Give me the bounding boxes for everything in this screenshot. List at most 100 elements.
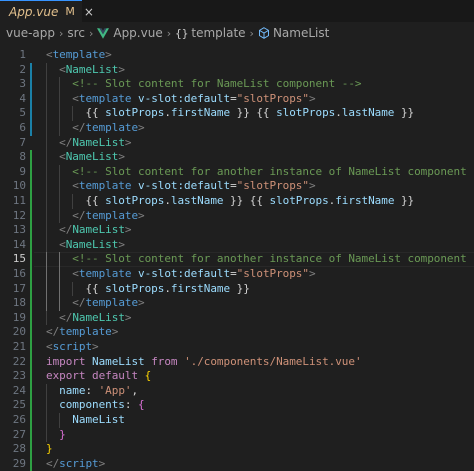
line-number: 19 xyxy=(12,310,26,324)
tab-app-vue[interactable]: App.vue M × xyxy=(0,0,94,22)
code-token: template xyxy=(78,267,132,280)
code-line[interactable]: 21 <script> xyxy=(0,340,474,355)
code-line[interactable]: 29 </script> xyxy=(0,456,474,471)
code-line[interactable]: 1 <template> xyxy=(0,48,474,63)
git-modified-bar xyxy=(30,77,32,92)
code-line[interactable]: 16 <template v-slot:default="slotProps"> xyxy=(0,267,474,282)
code-line[interactable]: 4 <template v-slot:default="slotProps"> xyxy=(0,91,474,107)
line-number: 27 xyxy=(12,427,26,441)
git-added-bar xyxy=(30,325,32,340)
code-line[interactable]: 18 </template> xyxy=(0,296,474,311)
code-text: </template> xyxy=(46,296,144,311)
code-token: > xyxy=(92,340,99,353)
code-text: <NameList> xyxy=(46,63,125,78)
code-line[interactable]: 6 </template> xyxy=(0,121,474,136)
code-token: NameList xyxy=(65,150,119,164)
code-line[interactable]: 27 } xyxy=(0,427,474,443)
git-added-bar xyxy=(30,267,32,282)
code-text: </NameList> xyxy=(46,311,131,326)
code-line[interactable]: 15 <!-- Slot content for another instanc… xyxy=(0,252,474,267)
code-token: "slotProps" xyxy=(236,179,309,193)
code-token: script xyxy=(59,456,99,470)
code-token: lastName xyxy=(341,106,395,120)
braces-icon: {} xyxy=(175,26,189,40)
code-text: {{ slotProps.firstName }} xyxy=(46,282,249,297)
line-number: 23 xyxy=(12,369,26,383)
code-line[interactable]: 10 <template v-slot:default="slotProps"> xyxy=(0,179,474,194)
code-line[interactable]: 7 </NameList> xyxy=(0,135,474,151)
git-modified-bar xyxy=(30,106,32,121)
git-added-bar xyxy=(30,456,32,471)
code-token: > xyxy=(98,456,106,470)
code-line[interactable]: 11 {{ slotProps.lastName }} {{ slotProps… xyxy=(0,194,474,209)
code-line[interactable]: 9 <!-- Slot content for another instance… xyxy=(0,164,474,180)
close-icon[interactable]: × xyxy=(84,5,94,19)
code-token: > xyxy=(118,237,125,251)
code-line[interactable]: 2 <NameList> xyxy=(0,62,474,78)
code-line[interactable]: 14 <NameList> xyxy=(0,237,474,253)
code-line[interactable]: 8 <NameList> xyxy=(0,150,474,165)
code-text: <template v-slot:default="slotProps"> xyxy=(46,91,316,107)
code-line[interactable]: 24 name: 'App', xyxy=(0,383,474,399)
code-line[interactable]: 12 </template> xyxy=(0,208,474,224)
code-token: <!-- Slot content for NameList component… xyxy=(72,77,362,91)
code-token: < xyxy=(59,62,66,76)
code-text: NameList xyxy=(46,413,125,428)
code-token: < xyxy=(46,340,53,353)
vue-logo-icon xyxy=(97,27,110,39)
code-line[interactable]: 28} xyxy=(0,442,474,457)
code-token: lastName xyxy=(170,194,224,207)
git-added-bar xyxy=(30,237,32,253)
code-line[interactable]: 19 </NameList> xyxy=(0,310,474,326)
code-token: template xyxy=(59,325,112,339)
code-token: slotProps xyxy=(269,194,329,207)
code-token: NameList xyxy=(65,62,119,76)
breadcrumb-template[interactable]: template xyxy=(191,26,245,40)
code-token: <!-- Slot content for another instance o… xyxy=(72,164,474,178)
code-token: , xyxy=(131,383,139,397)
breadcrumb-namelist[interactable]: NameList xyxy=(273,26,329,40)
code-token: </ xyxy=(72,121,86,134)
code-token: < xyxy=(72,267,79,280)
code-token: NameList xyxy=(72,223,125,237)
code-token: from xyxy=(151,354,178,368)
code-line[interactable]: 20 </template> xyxy=(0,325,474,340)
code-line[interactable]: 13 </NameList> xyxy=(0,223,474,238)
code-line[interactable]: 22 import NameList from './components/Nam… xyxy=(0,354,474,370)
git-added-bar xyxy=(30,310,32,326)
code-line[interactable]: 3 <!-- Slot content for NameList compone… xyxy=(0,77,474,92)
code-text: name: 'App', xyxy=(46,384,138,399)
line-number: 15 xyxy=(12,252,26,266)
code-line[interactable]: 17 {{ slotProps.firstName }} xyxy=(0,281,474,297)
code-token: template xyxy=(85,121,139,134)
code-line[interactable]: 5 {{ slotProps.firstName }} {{ slotProps… xyxy=(0,106,474,121)
code-line[interactable]: 25 components: { xyxy=(0,398,474,413)
code-text: </script> xyxy=(46,457,105,471)
git-modified-bar xyxy=(30,121,32,136)
code-token: </ xyxy=(46,456,60,470)
code-token: "slotProps" xyxy=(236,91,309,105)
code-token: > xyxy=(308,91,316,105)
gutter-bar xyxy=(30,136,32,151)
breadcrumb-vue-app[interactable]: vue-app xyxy=(6,26,55,40)
code-token: : xyxy=(124,398,139,412)
code-token: 'App' xyxy=(98,383,132,397)
code-editor[interactable]: 1 <template> 2 <NameList> 3 <!-- Slot conte… xyxy=(0,44,474,471)
code-line[interactable]: 23 export default { xyxy=(0,369,474,384)
code-line[interactable]: 26 NameList xyxy=(0,413,474,428)
breadcrumb-src[interactable]: src xyxy=(67,26,85,40)
code-text: <NameList> xyxy=(46,238,125,253)
code-text: export default { xyxy=(46,369,151,384)
breadcrumb-app-vue[interactable]: App.vue xyxy=(113,26,162,40)
line-number: 22 xyxy=(12,354,26,368)
code-token: </ xyxy=(59,135,73,149)
code-token: './components/NameList.vue' xyxy=(184,354,362,368)
code-token: template xyxy=(78,179,132,193)
